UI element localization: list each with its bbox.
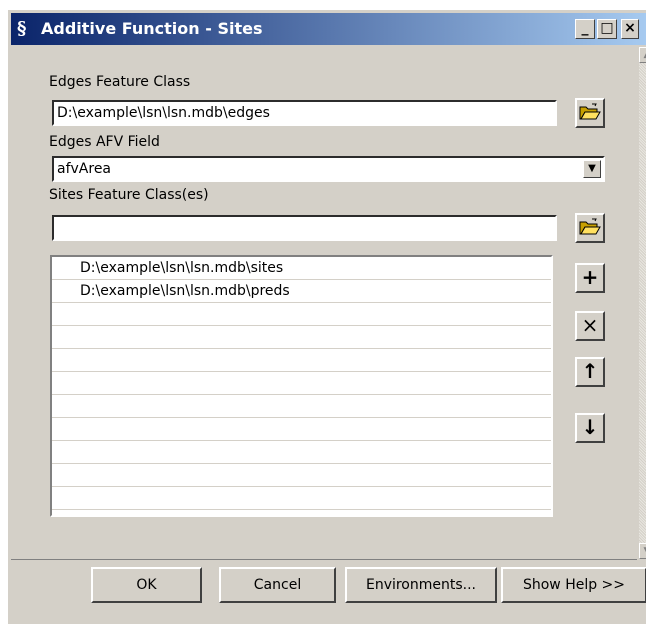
sites-feature-class-input[interactable] [52,215,557,241]
open-folder-icon [579,218,601,235]
sites-list-rows: D:\example\lsn\lsn.mdb\sites D:\example\l… [52,257,551,510]
scroll-down-icon[interactable]: ▼ [639,543,646,559]
chevron-down-icon[interactable]: ▼ [583,160,601,178]
vertical-scrollbar[interactable]: ▲ ▼ [639,47,646,559]
cancel-button[interactable]: Cancel [219,567,336,603]
environments-button[interactable]: Environments... [345,567,497,603]
sites-list[interactable]: D:\example\lsn\lsn.mdb\sites D:\example\l… [50,255,553,517]
list-item[interactable] [52,441,551,464]
show-help-button[interactable]: Show Help >> [501,567,646,603]
edges-afv-field-label: Edges AFV Field [49,134,160,150]
sites-feature-class-label: Sites Feature Class(es) [49,187,209,203]
move-up-button[interactable]: ↑ [575,357,605,387]
python-script-icon: § [17,18,27,39]
sites-browse-button[interactable] [575,213,605,243]
list-item[interactable] [52,372,551,395]
arrow-up-icon: ↑ [581,359,599,383]
list-item[interactable]: D:\example\lsn\lsn.mdb\sites [52,257,551,280]
close-button[interactable]: × [621,19,639,39]
remove-item-button[interactable]: × [575,311,605,341]
remove-icon: × [581,313,599,337]
list-item[interactable] [52,326,551,349]
divider [11,559,637,560]
open-folder-icon [579,103,601,120]
plus-icon: + [581,265,599,289]
edges-browse-button[interactable] [575,98,605,128]
window-title: Additive Function - Sites [41,19,263,38]
minimize-button[interactable]: _ [575,19,595,39]
scroll-up-icon[interactable]: ▲ [639,47,646,63]
list-item[interactable] [52,349,551,372]
add-item-button[interactable]: + [575,263,605,293]
edges-afv-field-value: afvArea [57,161,112,177]
edges-feature-class-input[interactable]: D:\example\lsn\lsn.mdb\edges [52,100,557,126]
arrow-down-icon: ↓ [581,415,599,439]
edges-feature-class-label: Edges Feature Class [49,74,191,90]
list-item[interactable] [52,418,551,441]
ok-button[interactable]: OK [91,567,202,603]
list-item[interactable]: D:\example\lsn\lsn.mdb\preds [52,280,551,303]
list-item[interactable] [52,487,551,510]
move-down-button[interactable]: ↓ [575,413,605,443]
edges-afv-field-select[interactable]: afvArea ▼ [52,156,605,182]
list-item[interactable] [52,395,551,418]
title-bar[interactable]: § Additive Function - Sites _ □ × [11,13,646,45]
maximize-button[interactable]: □ [597,19,617,39]
list-item[interactable] [52,303,551,326]
list-item[interactable] [52,464,551,487]
